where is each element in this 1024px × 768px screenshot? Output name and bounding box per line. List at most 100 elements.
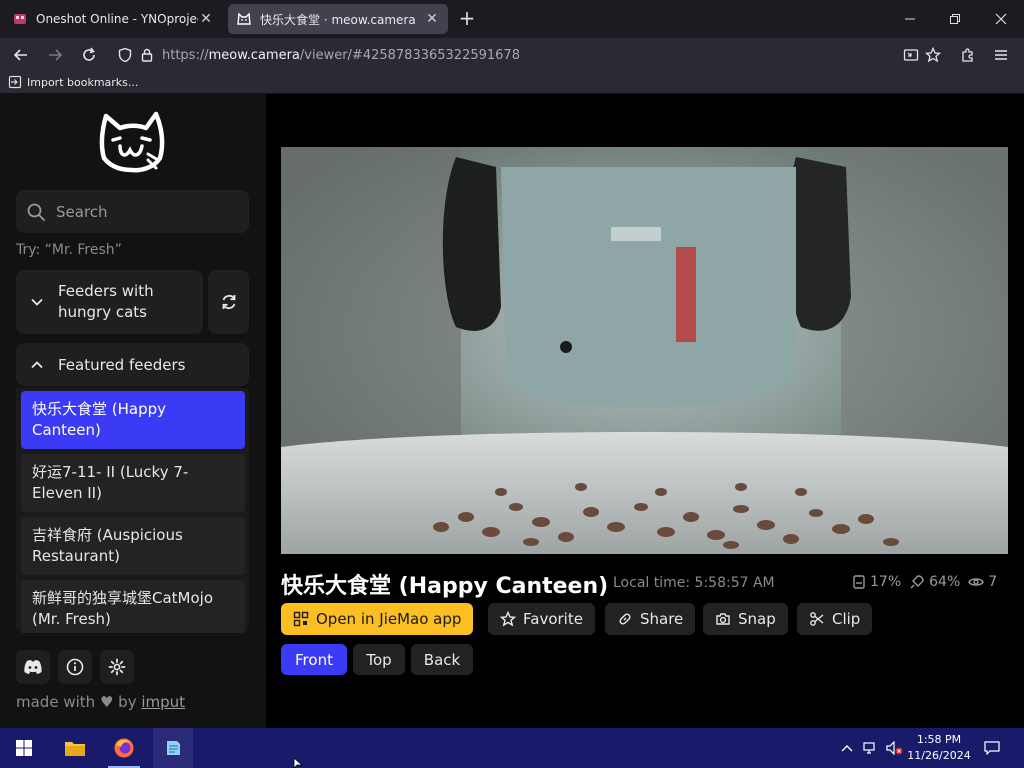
chevron-up-icon (31, 360, 43, 368)
menu-hamburger-icon[interactable] (988, 42, 1014, 68)
hungry-feeders-toggle[interactable]: Feeders with hungry cats (16, 270, 203, 334)
food-container-icon (853, 575, 865, 589)
food-level-value: 17% (870, 574, 902, 590)
file-explorer-icon[interactable] (55, 728, 95, 768)
qr-code-icon (293, 611, 309, 627)
featured-feeders-toggle[interactable]: Featured feeders (16, 343, 249, 386)
minimize-icon[interactable] (892, 6, 928, 32)
restore-icon[interactable] (937, 6, 973, 32)
browser-tabbar: Oneshot Online - YNOproject ✕ 快乐大食堂 · me… (0, 0, 1024, 38)
featured-feeders-label: Featured feeders (58, 355, 186, 374)
discord-icon[interactable] (16, 650, 50, 684)
feeder-label: 新鲜哥的独享城堡CatMojo (Mr. Fresh) (32, 589, 214, 628)
eye-icon (968, 578, 985, 586)
viewers-value: 7 (988, 574, 998, 590)
view-label: Front (295, 650, 333, 669)
scissors-icon (810, 612, 824, 626)
back-arrow-icon[interactable] (8, 42, 34, 68)
author-link[interactable]: imput (141, 693, 185, 711)
sidebar: Try: “Mr. Fresh” Feeders with hungry cat… (0, 94, 266, 728)
windows-start-icon[interactable] (4, 728, 44, 768)
url-path: /viewer/#4258783365322591678 (299, 47, 520, 63)
tab-meow-camera[interactable]: 快乐大食堂 · meow.camera ✕ (228, 4, 448, 34)
snap-label: Snap (738, 610, 776, 628)
open-in-app-label: Open in JieMao app (316, 610, 462, 628)
settings-gear-icon[interactable] (100, 650, 134, 684)
camera-feed[interactable] (281, 147, 1008, 554)
view-top-button[interactable]: Top (353, 644, 405, 675)
feeder-stats: 17% 64% 7 (852, 574, 1005, 590)
made-with-prefix: made with (16, 693, 96, 711)
notepad-taskbar-icon[interactable] (153, 728, 193, 768)
close-tab-icon[interactable]: ✕ (424, 11, 440, 27)
taskbar-clock[interactable]: 1:58 PM 11/26/2024 (900, 732, 978, 764)
extensions-puzzle-icon[interactable] (955, 42, 981, 68)
import-bookmarks-label: Import bookmarks... (27, 75, 139, 89)
share-button[interactable]: Share (605, 603, 696, 635)
search-icon (27, 203, 45, 221)
feeder-item-happy-canteen[interactable]: 快乐大食堂 (Happy Canteen) (21, 391, 245, 449)
reload-icon[interactable] (76, 42, 102, 68)
view-front-button[interactable]: Front (281, 644, 347, 675)
notifications-icon[interactable] (980, 728, 1004, 768)
info-icon[interactable] (58, 650, 92, 684)
search-input[interactable] (56, 202, 236, 221)
made-with-credit: made with ♥ by imput (16, 693, 185, 711)
battery-value: 64% (929, 574, 961, 590)
camera-icon (716, 613, 730, 625)
bookmark-star-icon[interactable] (920, 42, 946, 68)
share-label: Share (640, 610, 684, 628)
windows-taskbar: 1:58 PM 11/26/2024 (0, 728, 1024, 768)
import-icon (8, 75, 22, 89)
clock-time: 1:58 PM (916, 733, 962, 746)
viewers-stat: 7 (968, 574, 997, 590)
forward-arrow-icon[interactable] (42, 42, 68, 68)
snap-button[interactable]: Snap (703, 603, 788, 635)
tab-oneshot[interactable]: Oneshot Online - YNOproject ✕ (4, 4, 222, 34)
firefox-taskbar-icon[interactable] (104, 728, 144, 768)
open-in-app-button[interactable]: Open in JieMao app (281, 603, 474, 635)
food-level-stat: 17% (852, 574, 901, 590)
refresh-button[interactable] (208, 270, 249, 334)
featured-feeder-list: 快乐大食堂 (Happy Canteen) 好运7-11- II (Lucky … (16, 388, 249, 633)
feeder-item-mr-fresh[interactable]: 新鲜哥的独享城堡CatMojo (Mr. Fresh) (21, 580, 245, 633)
url-bar[interactable]: https://meow.camera/viewer/#425878336532… (152, 42, 882, 68)
screen: Oneshot Online - YNOproject ✕ 快乐大食堂 · me… (0, 0, 1024, 768)
meow-camera-logo-icon[interactable] (98, 108, 168, 174)
bookmarks-toolbar: Import bookmarks... (0, 72, 1024, 94)
page-content: Try: “Mr. Fresh” Feeders with hungry cat… (0, 94, 1024, 728)
close-tab-icon[interactable]: ✕ (198, 11, 214, 27)
import-bookmarks-link[interactable]: Import bookmarks... (8, 75, 138, 89)
feeder-item-lucky-seven-eleven[interactable]: 好运7-11- II (Lucky 7-Eleven II) (21, 454, 245, 512)
feeder-item-auspicious-restaurant[interactable]: 吉祥食府 (Auspicious Restaurant) (21, 517, 245, 575)
show-hidden-icons-chevron-icon[interactable] (838, 728, 856, 768)
network-icon[interactable] (860, 728, 882, 768)
sidebar-footer-icons (16, 650, 142, 684)
feeder-label: 快乐大食堂 (Happy Canteen) (32, 400, 167, 439)
new-tab-button[interactable]: + (456, 8, 478, 30)
favorite-label: Favorite (523, 610, 583, 628)
cat-favicon-icon (236, 11, 252, 27)
refresh-icon (222, 294, 235, 310)
clip-button[interactable]: Clip (797, 603, 873, 635)
hungry-feeders-label: Feeders with hungry cats (58, 282, 154, 321)
clip-label: Clip (832, 610, 861, 628)
search-hint: Try: “Mr. Fresh” (16, 242, 122, 258)
search-box[interactable] (16, 190, 249, 233)
local-time: Local time: 5:58:57 AM (613, 575, 775, 591)
chevron-down-icon (31, 298, 43, 306)
ynoproject-favicon-icon (12, 11, 28, 27)
view-back-button[interactable]: Back (411, 644, 473, 675)
window-close-icon[interactable] (983, 6, 1019, 32)
tab-title: Oneshot Online - YNOproject (36, 12, 198, 26)
made-with-by: by (118, 693, 137, 711)
view-label: Top (366, 650, 392, 669)
link-icon (619, 613, 631, 625)
heart-icon: ♥ (99, 693, 114, 711)
url-scheme: https:// (162, 47, 209, 63)
star-icon (500, 611, 516, 627)
tab-title: 快乐大食堂 · meow.camera (260, 12, 416, 27)
view-label: Back (423, 650, 461, 669)
browser-navbar: https://meow.camera/viewer/#425878336532… (0, 38, 1024, 72)
favorite-button[interactable]: Favorite (488, 603, 595, 635)
